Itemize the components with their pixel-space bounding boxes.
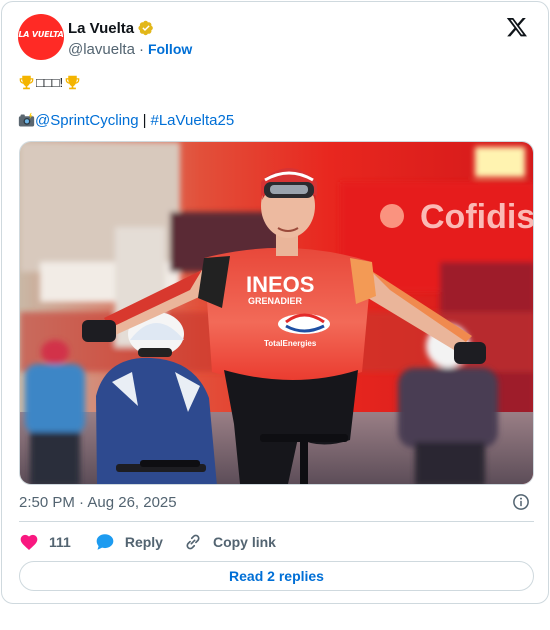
hashtag-link[interactable]: #LaVuelta25 (151, 112, 235, 129)
reply-button[interactable]: Reply (95, 532, 163, 552)
post-text-glyphs: □□□! (36, 74, 64, 90)
trophy-icon (19, 75, 34, 89)
mention-link[interactable]: @SprintCycling (35, 112, 139, 129)
jersey-sponsor-text: INEOS (246, 272, 314, 297)
copy-link-button[interactable]: Copy link (183, 532, 276, 552)
author-handle[interactable]: @lavuelta (68, 41, 135, 58)
cyclist-victory-photo: Cofidis INEOS GRENADIER TotalEnergies (20, 142, 534, 484)
post-header: LA VUELTA La Vuelta @lavuelta · Follow (18, 14, 534, 60)
post-text-line2: @SprintCycling | #LaVuelta25 (18, 110, 234, 130)
copy-link-label: Copy link (212, 534, 276, 550)
post-text-line1: □□□! (18, 72, 81, 92)
post-timestamp[interactable]: 2:50 PM · Aug 26, 2025 (19, 492, 177, 512)
post-photo[interactable]: Cofidis INEOS GRENADIER TotalEnergies (19, 141, 534, 485)
verified-badge-icon (138, 20, 153, 36)
text-separator: | (142, 111, 147, 129)
link-icon (186, 534, 200, 550)
heart-icon (20, 534, 38, 550)
dot-separator: · (138, 40, 144, 58)
billboard-text: Cofidis (420, 198, 534, 236)
read-replies-button[interactable]: Read 2 replies (19, 561, 534, 591)
trophy-icon (65, 75, 80, 89)
embedded-post-card: LA VUELTA La Vuelta @lavuelta · Follow □… (1, 1, 549, 604)
avatar-logo-text: LA VUELTA (18, 30, 64, 39)
name-row: La Vuelta (68, 18, 154, 38)
reply-label: Reply (124, 534, 163, 550)
action-bar: 111 Reply Copy link (19, 530, 296, 554)
jersey-subtext: GRENADIER (248, 296, 303, 306)
x-logo-icon[interactable] (506, 16, 528, 38)
follow-button[interactable]: Follow (148, 41, 192, 57)
divider (19, 521, 534, 522)
reply-bubble-icon (96, 534, 114, 550)
info-icon[interactable] (512, 493, 530, 511)
jersey-energy-sponsor: TotalEnergies (264, 339, 317, 348)
avatar[interactable]: LA VUELTA (18, 14, 64, 60)
display-name[interactable]: La Vuelta (68, 20, 134, 37)
handle-row: @lavuelta · Follow (68, 39, 192, 59)
like-count: 111 (49, 534, 71, 550)
camera-flash-icon (18, 112, 35, 126)
like-button[interactable]: 111 (19, 532, 71, 552)
